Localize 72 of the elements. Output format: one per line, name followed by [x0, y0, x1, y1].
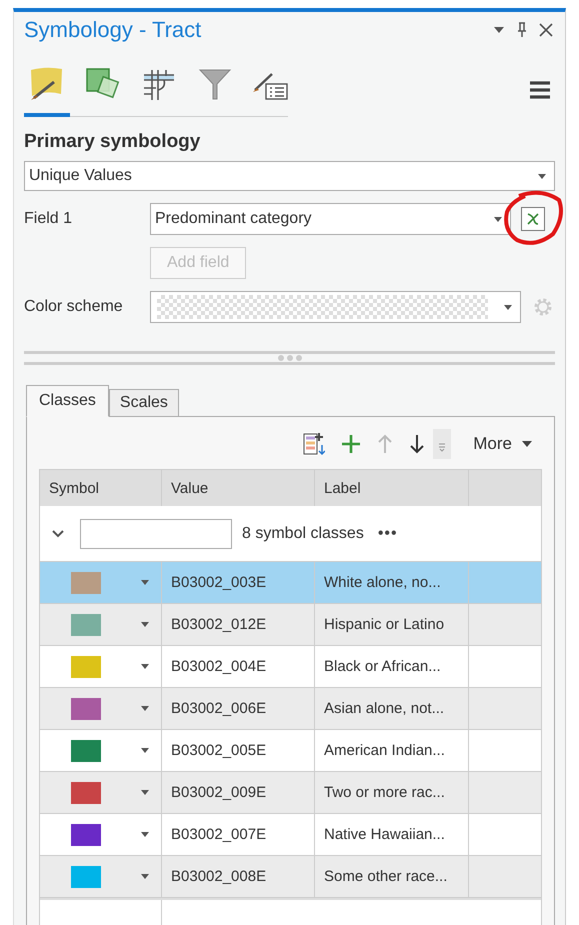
- label-cell: Native Hawaiian...: [315, 814, 469, 855]
- caret-icon[interactable]: [141, 622, 149, 627]
- color-swatch[interactable]: [71, 656, 101, 678]
- menu-icon[interactable]: [529, 80, 551, 98]
- caret-icon[interactable]: [141, 874, 149, 879]
- color-swatch[interactable]: [71, 866, 101, 888]
- class-row[interactable]: B03002_012E Hispanic or Latino: [40, 604, 541, 646]
- value-cell: B03002_009E: [162, 772, 315, 813]
- column-header[interactable]: Value: [162, 470, 315, 506]
- caret-icon[interactable]: [141, 748, 149, 753]
- color-scheme-label: Color scheme: [24, 298, 124, 316]
- caret-icon: [522, 441, 532, 447]
- value-cell: B03002_005E: [162, 730, 315, 771]
- label-cell: White alone, no...: [315, 562, 469, 603]
- color-swatch[interactable]: [71, 782, 101, 804]
- caret-icon: [538, 174, 546, 178]
- section-heading: Primary symbology: [24, 131, 202, 153]
- label-cell: Two or more rac...: [315, 772, 469, 813]
- caret-icon[interactable]: [141, 580, 149, 585]
- expression-icon: [526, 212, 540, 226]
- color-scheme-dropdown[interactable]: [150, 291, 521, 323]
- caret-icon[interactable]: [141, 706, 149, 711]
- label-cell: Hispanic or Latino: [315, 604, 469, 645]
- add-icon[interactable]: [341, 434, 362, 454]
- grip-icon: [276, 355, 302, 361]
- column-header[interactable]: Label: [315, 470, 469, 506]
- caret-icon[interactable]: [141, 664, 149, 669]
- tab[interactable]: Scales: [108, 389, 179, 417]
- tab[interactable]: Classes: [26, 385, 109, 417]
- label-cell: Asian alone, not...: [315, 688, 469, 729]
- symbology-dropdown[interactable]: Unique Values: [24, 161, 555, 191]
- heading-field[interactable]: [80, 518, 232, 548]
- chevron-icon[interactable]: [52, 530, 64, 538]
- class-row[interactable]: B03002_008E Some other race...: [40, 856, 541, 898]
- overflow-icon[interactable]: [433, 429, 452, 459]
- class-row[interactable]: B03002_004E Black or African...: [40, 646, 541, 688]
- class-row[interactable]: B03002_005E American Indian...: [40, 730, 541, 772]
- expression-button[interactable]: [521, 207, 545, 231]
- value-cell: B03002_003E: [162, 562, 315, 603]
- color-swatch[interactable]: [71, 572, 101, 594]
- down-arrow-icon[interactable]: [409, 434, 426, 454]
- value-cell: B03002_012E: [162, 604, 315, 645]
- color-swatch[interactable]: [71, 614, 101, 636]
- label-cell: Some other race...: [315, 856, 469, 897]
- caret-icon: [494, 216, 502, 222]
- label-cell: Black or African...: [315, 646, 469, 687]
- field-label: Field 1: [24, 210, 74, 228]
- value-cell: B03002_007E: [162, 814, 315, 855]
- pane-title: Symbology - Tract: [24, 17, 202, 43]
- more-options-button[interactable]: •••: [374, 524, 402, 542]
- label-cell: American Indian...: [315, 730, 469, 771]
- class-row[interactable]: B03002_007E Native Hawaiian...: [40, 814, 541, 856]
- color-swatch[interactable]: [71, 824, 101, 846]
- caret-icon[interactable]: [141, 790, 149, 795]
- caret-icon[interactable]: [141, 832, 149, 837]
- caret-icon: [504, 304, 512, 310]
- field-dropdown[interactable]: Predominant category: [150, 203, 511, 235]
- close-icon[interactable]: [539, 23, 553, 37]
- class-count: 8 symbol classes: [242, 524, 364, 542]
- more-button[interactable]: More: [467, 433, 538, 455]
- value-cell: B03002_006E: [162, 688, 315, 729]
- class-row[interactable]: B03002_006E Asian alone, not...: [40, 688, 541, 730]
- column-header[interactable]: Symbol: [40, 470, 162, 506]
- class-row[interactable]: B03002_009E Two or more rac...: [40, 772, 541, 814]
- color-swatch[interactable]: [71, 740, 101, 762]
- dropdown-icon[interactable]: [493, 26, 505, 34]
- color-swatch[interactable]: [71, 698, 101, 720]
- class-row[interactable]: B03002_003E White alone, no...: [40, 562, 541, 604]
- add-values-icon[interactable]: [303, 432, 326, 456]
- value-cell: B03002_008E: [162, 856, 315, 897]
- value-cell: B03002_004E: [162, 646, 315, 687]
- pin-icon[interactable]: [517, 22, 527, 38]
